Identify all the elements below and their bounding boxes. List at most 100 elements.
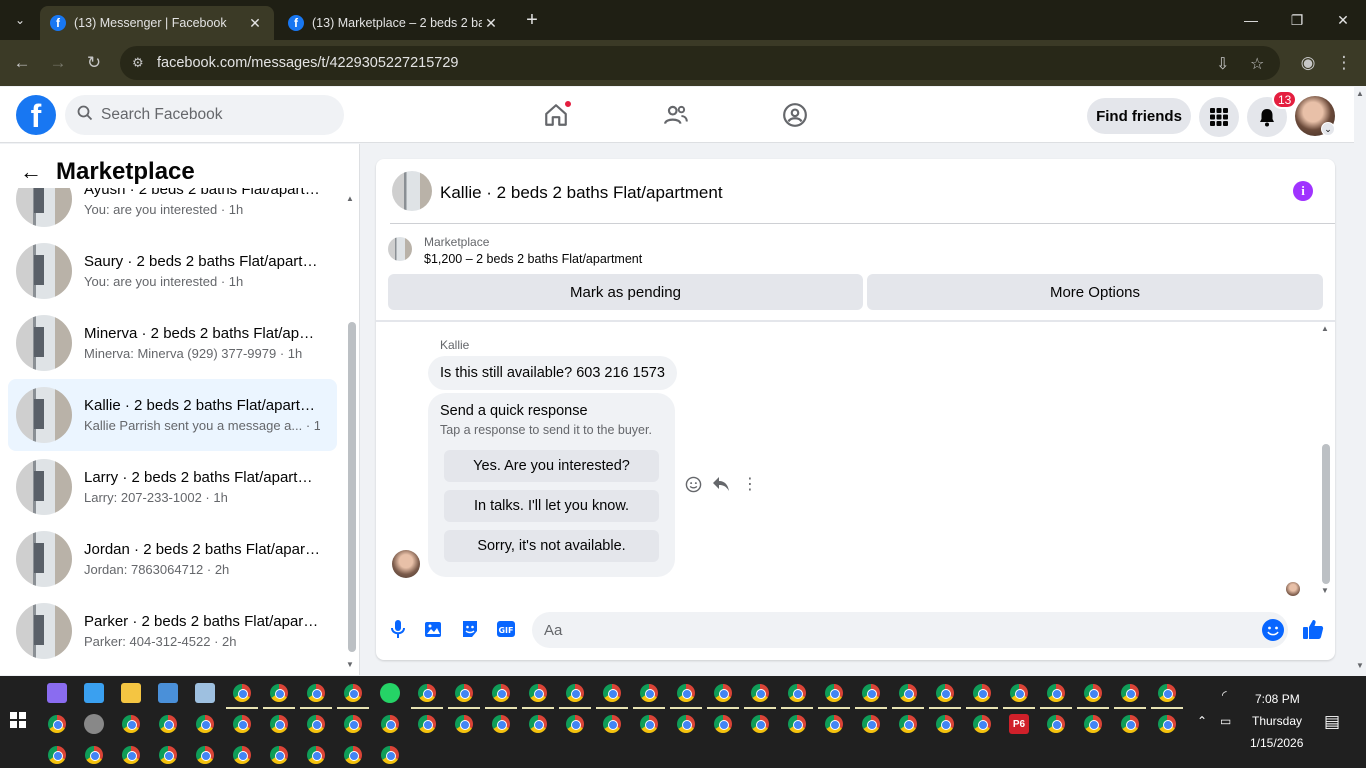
network-icon[interactable]: ◜ [1222, 688, 1227, 702]
chrome-icon[interactable] [380, 745, 400, 765]
chevron-down-icon[interactable]: ⌄ [1321, 122, 1335, 136]
chrome-icon[interactable] [898, 714, 918, 734]
settings-gear-icon[interactable] [84, 714, 104, 734]
search-box[interactable] [65, 95, 344, 135]
page-scrollbar[interactable]: ▲ ▼ [1354, 87, 1366, 675]
notification-center-icon[interactable]: ▤ [1324, 712, 1340, 732]
chrome-icon[interactable] [602, 714, 622, 734]
chrome-icon[interactable] [232, 714, 252, 734]
chrome-icon[interactable] [411, 683, 443, 709]
windows-start-icon[interactable] [10, 712, 26, 728]
chrome-icon[interactable] [158, 714, 178, 734]
chrome-icon[interactable] [861, 714, 881, 734]
back-arrow-icon[interactable]: ← [20, 159, 42, 185]
facebook-logo[interactable]: f [16, 95, 56, 135]
list-item[interactable]: Jordan · 2 beds 2 baths Flat/apartment J… [8, 523, 337, 595]
more-options-button[interactable]: More Options [867, 274, 1323, 310]
chrome-icon[interactable] [226, 683, 258, 709]
browser-menu-icon[interactable]: ⋮ [1330, 49, 1358, 77]
listing-thumbnail[interactable] [392, 171, 432, 211]
chrome-icon[interactable] [565, 714, 585, 734]
scroll-down-icon[interactable]: ▼ [1321, 586, 1329, 595]
chrome-icon[interactable] [1003, 683, 1035, 709]
chrome-icon[interactable] [707, 683, 739, 709]
scroll-down-icon[interactable]: ▼ [1356, 661, 1364, 670]
close-tab-icon[interactable]: ✕ [482, 15, 500, 32]
chrome-icon[interactable] [713, 714, 733, 734]
chrome-icon[interactable] [892, 683, 924, 709]
browser-tab-messenger[interactable]: f (13) Messenger | Facebook ✕ [40, 6, 274, 40]
close-window-button[interactable]: ✕ [1320, 6, 1366, 34]
install-app-icon[interactable]: ⇩ [1216, 54, 1229, 74]
scrollbar-thumb[interactable] [348, 322, 356, 652]
chrome-icon[interactable] [935, 714, 955, 734]
chrome-icon[interactable] [306, 745, 326, 765]
forward-icon[interactable]: → [44, 49, 72, 77]
list-item[interactable]: Ayush · 2 beds 2 baths Flat/apartment Yo… [8, 188, 337, 235]
groups-icon[interactable] [777, 97, 813, 133]
file-explorer-icon[interactable] [121, 683, 141, 703]
chrome-icon[interactable] [306, 714, 326, 734]
more-actions-icon[interactable]: ⋮ [739, 473, 761, 495]
sticker-icon[interactable] [458, 617, 482, 641]
chrome-icon[interactable] [417, 714, 437, 734]
chrome-icon[interactable] [269, 714, 289, 734]
chrome-icon[interactable] [158, 745, 178, 765]
listing-price-title[interactable]: $1,200 – 2 beds 2 baths Flat/apartment [424, 252, 642, 266]
keyboard-icon[interactable] [158, 683, 178, 703]
p6-app-icon[interactable]: P6 [1009, 714, 1029, 734]
list-item[interactable]: Larry · 2 beds 2 baths Flat/apartment La… [8, 451, 337, 523]
chrome-icon[interactable] [491, 714, 511, 734]
chrome-icon[interactable] [47, 745, 67, 765]
chrome-icon[interactable] [676, 714, 696, 734]
chat-title[interactable]: Kallie · 2 beds 2 baths Flat/apartment [440, 183, 723, 203]
chrome-icon[interactable] [1040, 683, 1072, 709]
search-input[interactable] [101, 106, 321, 124]
tab-search-dropdown-icon[interactable]: ⌄ [8, 8, 32, 32]
chrome-icon[interactable] [195, 714, 215, 734]
chrome-icon[interactable] [1046, 714, 1066, 734]
chrome-icon[interactable] [1114, 683, 1146, 709]
conversation-scrollbar[interactable]: ▲ ▼ [346, 192, 356, 672]
chrome-icon[interactable] [929, 683, 961, 709]
chrome-icon[interactable] [121, 745, 141, 765]
chrome-icon[interactable] [818, 683, 850, 709]
scroll-up-icon[interactable]: ▲ [346, 194, 354, 203]
chrome-icon[interactable] [1151, 683, 1183, 709]
back-icon[interactable]: ← [8, 49, 36, 77]
whatsapp-icon[interactable] [380, 683, 400, 703]
show-hidden-icons-chevron-icon[interactable]: ⌃ [1197, 714, 1207, 728]
message-composer[interactable] [532, 612, 1288, 648]
photo-icon[interactable] [422, 617, 446, 641]
scroll-up-icon[interactable]: ▲ [1356, 89, 1364, 98]
list-item[interactable]: Parker · 2 beds 2 baths Flat/apartment P… [8, 595, 337, 667]
chrome-icon[interactable] [380, 714, 400, 734]
friends-icon[interactable] [658, 97, 694, 133]
close-tab-icon[interactable]: ✕ [246, 15, 264, 32]
gif-icon[interactable]: GIF [494, 617, 518, 641]
chrome-icon[interactable] [528, 714, 548, 734]
chrome-icon[interactable] [337, 683, 369, 709]
sender-avatar[interactable] [392, 550, 420, 578]
quick-response-in-talks-button[interactable]: In talks. I'll let you know. [444, 490, 659, 522]
message-bubble[interactable]: Is this still available? 603 216 1573 [428, 356, 677, 390]
chrome-icon[interactable] [1077, 683, 1109, 709]
info-icon[interactable]: i [1293, 181, 1313, 201]
restore-button[interactable]: ❐ [1274, 6, 1320, 34]
thumbs-up-icon[interactable] [1301, 617, 1325, 641]
menu-grid-icon[interactable] [1199, 97, 1239, 137]
chrome-icon[interactable] [633, 683, 665, 709]
chrome-icon[interactable] [300, 683, 332, 709]
chrome-icon[interactable] [84, 745, 104, 765]
message-input[interactable] [544, 621, 1244, 639]
emoji-icon[interactable] [1262, 619, 1284, 641]
chrome-icon[interactable] [1120, 714, 1140, 734]
chrome-icon[interactable] [972, 714, 992, 734]
scrollbar-thumb[interactable] [1322, 444, 1330, 584]
chat-scrollbar[interactable]: ▲ ▼ [1321, 324, 1331, 596]
store-icon[interactable] [84, 683, 104, 703]
chrome-icon[interactable] [1083, 714, 1103, 734]
listing-thumbnail[interactable] [388, 237, 412, 261]
chrome-icon[interactable] [343, 714, 363, 734]
chrome-icon[interactable] [750, 714, 770, 734]
